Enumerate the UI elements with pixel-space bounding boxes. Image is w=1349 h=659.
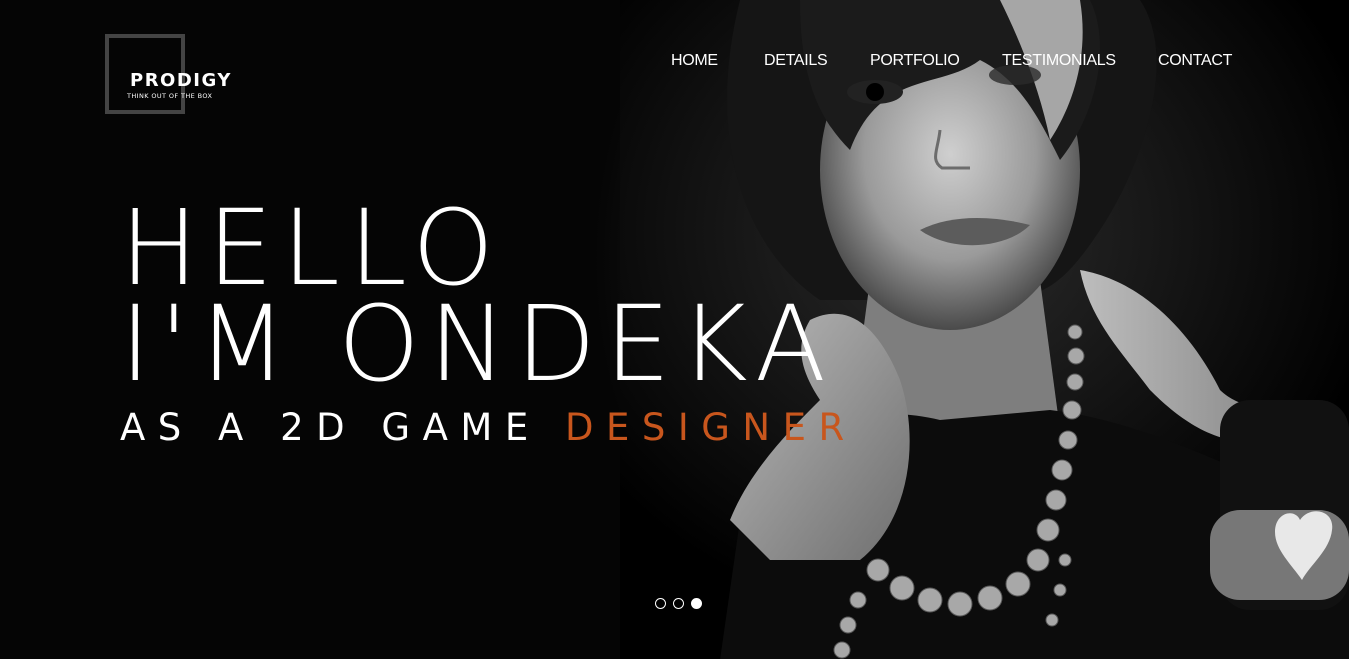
nav-item-details[interactable]: DETAILS [764,52,828,70]
hero-section: PRODIGY THINK OUT OF THE BOX HOME DETAIL… [0,0,1349,659]
slider-dot-1[interactable] [655,598,666,609]
nav-item-home[interactable]: HOME [671,52,718,70]
slider-dot-2[interactable] [673,598,684,609]
hero-subtitle-accent: DESIGNER [564,406,857,449]
nav-item-portfolio[interactable]: PORTFOLIO [870,52,960,70]
nav-item-testimonials[interactable]: TESTIMONIALS [1002,52,1116,70]
hero-headline-line2: I'M ONDEKA [120,283,836,405]
logo-tagline: THINK OUT OF THE BOX [127,92,213,100]
hero-subtitle: AS A 2D GAME DESIGNER [120,406,857,450]
hero-subtitle-prefix: AS A 2D GAME [120,406,565,449]
nav-item-contact[interactable]: CONTACT [1158,52,1232,70]
slider-dot-3[interactable] [691,598,702,609]
main-nav: HOME DETAILS PORTFOLIO TESTIMONIALS CONT… [0,52,1349,76]
